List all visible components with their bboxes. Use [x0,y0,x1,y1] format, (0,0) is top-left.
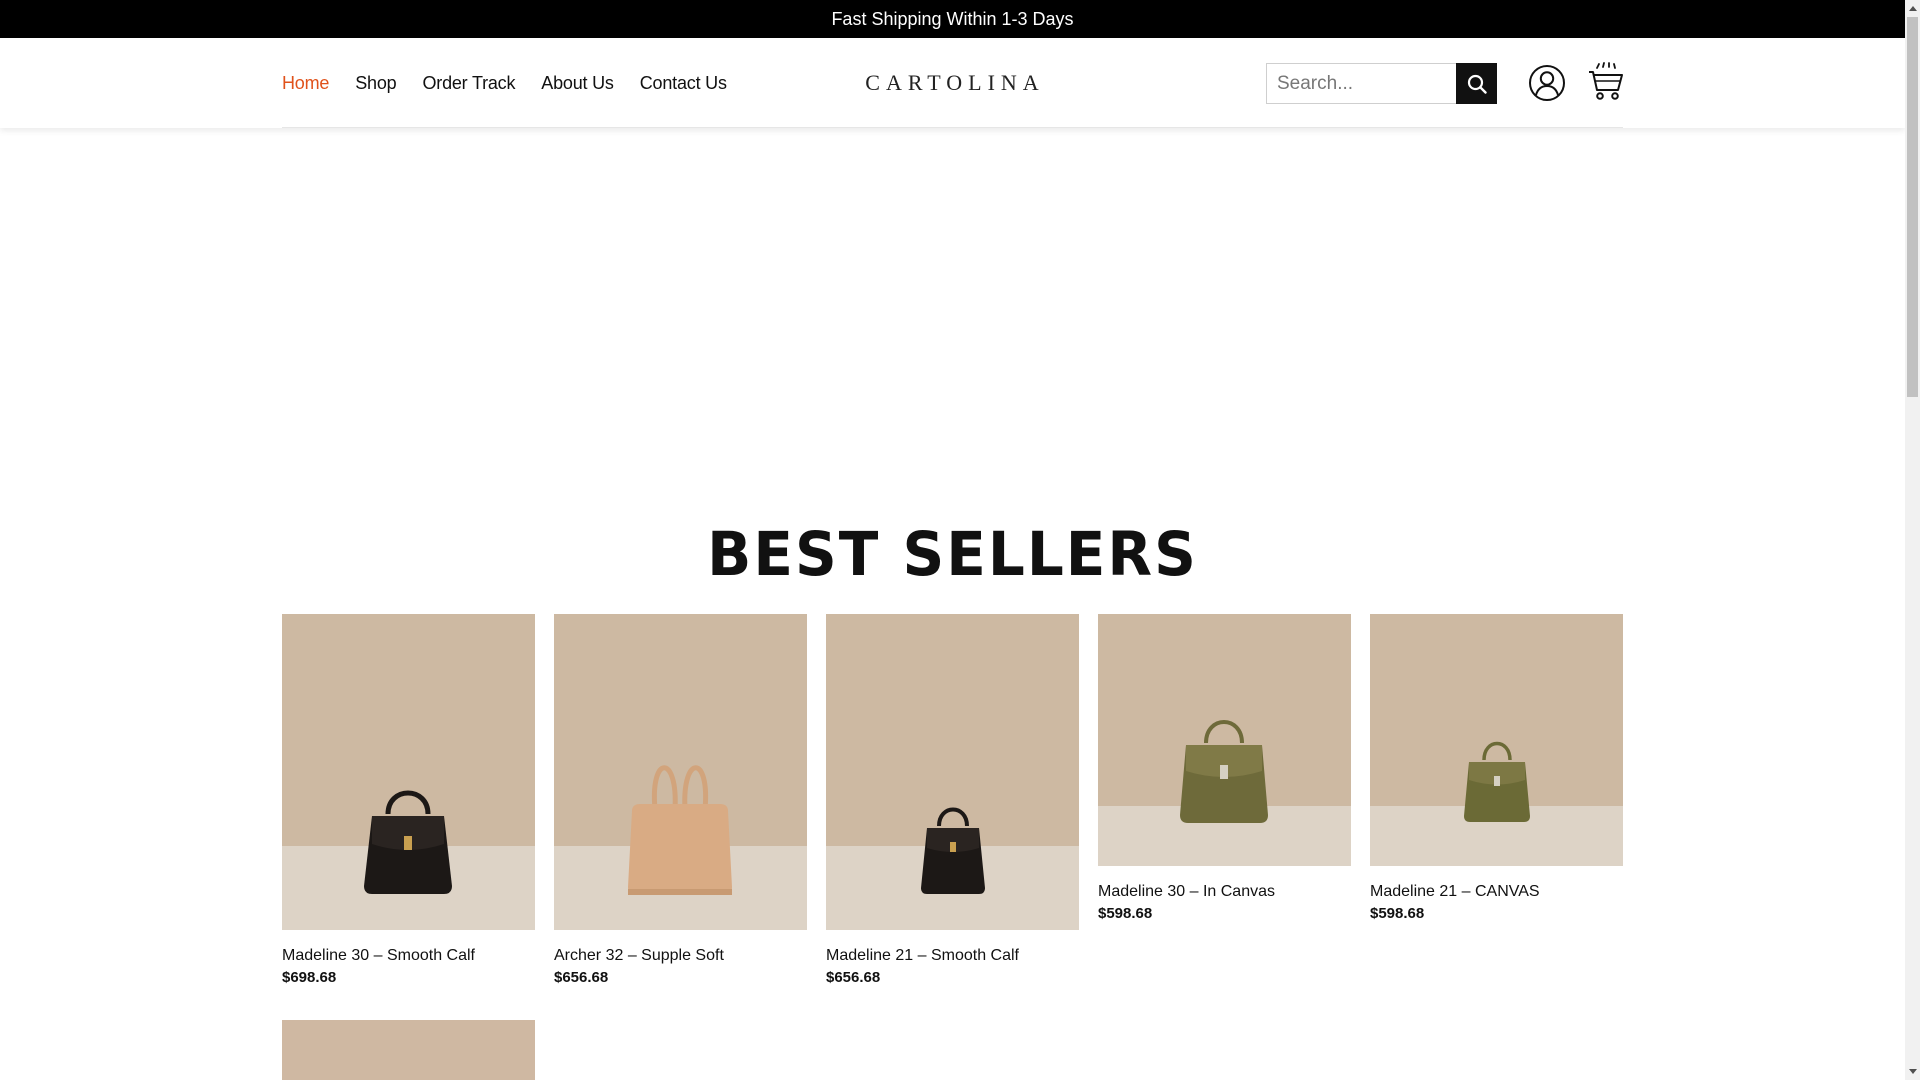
product-card[interactable]: Madeline 21 – CANVAS $598.68 [1370,614,1623,922]
handbag-black-image [364,790,452,894]
account-icon[interactable] [1528,64,1566,102]
product-price: $598.68 [1370,905,1425,922]
header-divider [282,127,1623,128]
product-image[interactable] [1370,614,1623,866]
handbag-black-small-image [921,807,985,894]
product-price: $598.68 [1098,905,1153,922]
product-name[interactable]: Madeline 30 – Smooth Calf [282,947,535,965]
handbag-tan-image [628,765,732,895]
scroll-down-icon[interactable] [1905,1063,1920,1080]
main-nav: Home Shop Order Track About Us Contact U… [282,38,727,128]
scrollbar-thumb[interactable] [1907,17,1918,397]
search-input[interactable] [1266,63,1456,104]
nav-about-us[interactable]: About Us [541,73,614,94]
product-price: $656.68 [826,969,881,986]
product-card[interactable] [282,1020,535,1080]
nav-home[interactable]: Home [282,73,329,94]
product-card[interactable]: Archer 32 – Supple Soft $656.68 [554,614,807,986]
search-icon [1467,74,1487,94]
product-image[interactable] [1098,614,1351,866]
product-name[interactable]: Archer 32 – Supple Soft [554,947,807,965]
product-card[interactable]: Madeline 30 – Smooth Calf $698.68 [282,614,535,986]
page-scrollbar[interactable] [1905,0,1920,1080]
cart-icon[interactable] [1588,62,1624,102]
best-sellers-title: BEST SELLERS [707,518,1198,590]
announcement-bar: Fast Shipping Within 1-3 Days [0,0,1905,38]
handbag-olive-small-image [1464,741,1530,822]
product-card[interactable]: Madeline 30 – In Canvas $598.68 [1098,614,1351,922]
scroll-up-icon[interactable] [1905,0,1920,17]
nav-shop[interactable]: Shop [355,73,396,94]
product-price: $656.68 [554,969,609,986]
product-image[interactable] [826,614,1079,930]
product-name[interactable]: Madeline 21 – CANVAS [1370,883,1623,901]
search-button[interactable] [1456,63,1497,104]
product-image[interactable] [554,614,807,930]
handbag-olive-image [1180,720,1268,823]
product-card[interactable]: Madeline 21 – Smooth Calf $656.68 [826,614,1079,986]
product-name[interactable]: Madeline 30 – In Canvas [1098,883,1351,901]
site-header: Home Shop Order Track About Us Contact U… [0,38,1905,128]
product-image[interactable] [282,614,535,930]
site-logo[interactable]: CARTOLINA [864,68,1046,98]
product-name[interactable]: Madeline 21 – Smooth Calf [826,947,1079,965]
page: Fast Shipping Within 1-3 Days Home Shop … [0,0,1905,1080]
nav-contact-us[interactable]: Contact Us [640,73,727,94]
product-image[interactable] [282,1020,535,1080]
product-price: $698.68 [282,969,337,986]
nav-order-track[interactable]: Order Track [422,73,515,94]
announcement-text: Fast Shipping Within 1-3 Days [831,8,1074,29]
search-form [1266,63,1497,104]
